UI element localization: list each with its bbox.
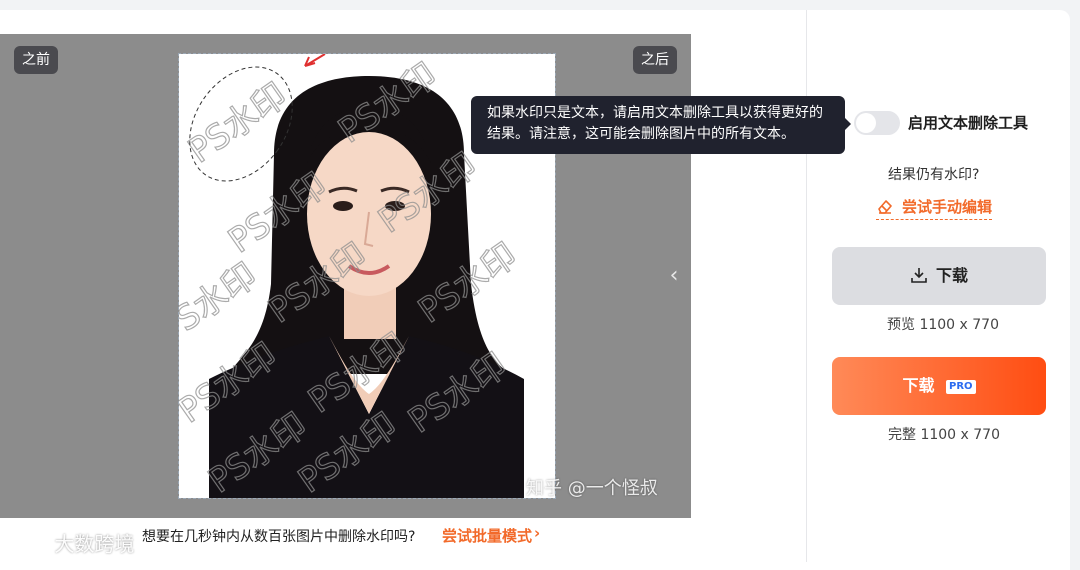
svg-text:PS水印: PS水印 (179, 255, 264, 351)
text-tool-tooltip: 如果水印只是文本，请启用文本删除工具以获得更好的结果。请注意，这可能会删除图片中… (471, 96, 851, 154)
manual-edit-link[interactable]: 尝试手动编辑 (876, 196, 993, 220)
chevron-left-icon[interactable]: ‹ (664, 262, 684, 290)
chevron-right-icon[interactable]: › (534, 524, 540, 542)
after-badge: 之后 (633, 46, 677, 74)
full-size: 完整 1100 x 770 (888, 427, 1000, 443)
download-pro-label: 下载 (902, 376, 935, 395)
before-badge: 之前 (14, 46, 58, 74)
image-credit: 知乎 @一个怪叔 (526, 478, 658, 499)
panel-divider (806, 10, 807, 562)
toggle-knob (856, 113, 876, 133)
still-watermark-text: 结果仍有水印? (888, 167, 980, 183)
eraser-icon (878, 200, 892, 214)
download-button[interactable]: 下载 (832, 247, 1046, 305)
pro-badge: PRO (946, 380, 976, 394)
download-label: 下载 (935, 266, 968, 285)
download-pro-button[interactable]: 下载 PRO (832, 357, 1046, 415)
text-removal-label: 启用文本删除工具 (908, 114, 1029, 132)
download-icon (911, 268, 927, 283)
batch-mode-link[interactable]: 尝试批量模式 (442, 525, 532, 546)
batch-question: 想要在几秒钟内从数百张图片中删除水印吗? (142, 529, 416, 545)
brand-name: 大数跨境 (54, 532, 135, 556)
brand-logo-icon (10, 539, 48, 554)
manual-edit-label: 尝试手动编辑 (902, 198, 993, 216)
text-removal-toggle[interactable] (854, 111, 900, 135)
brand-watermark: 大数跨境 (8, 528, 134, 558)
preview-size: 预览 1100 x 770 (887, 317, 999, 333)
